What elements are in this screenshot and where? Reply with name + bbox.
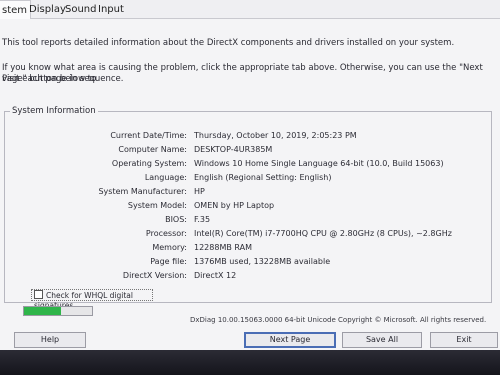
checkbox-icon[interactable] xyxy=(34,290,43,299)
intro-text-3: visit each page in sequence. xyxy=(2,74,124,84)
info-label: Current Date/Time: xyxy=(110,131,187,140)
info-label: DirectX Version: xyxy=(122,271,187,280)
info-value: 12288MB RAM xyxy=(194,243,252,252)
info-row: Operating System: Windows 10 Home Single… xyxy=(0,158,500,170)
info-row: Language: English (Regional Setting: Eng… xyxy=(0,172,500,184)
tab-sound[interactable]: Sound xyxy=(62,2,100,17)
info-value: Thursday, October 10, 2019, 2:05:23 PM xyxy=(194,131,357,140)
info-label: Operating System: xyxy=(111,159,187,168)
info-value: HP xyxy=(194,187,205,196)
save-all-information-button[interactable]: Save All Information... xyxy=(342,332,422,358)
next-page-button[interactable]: Next Page xyxy=(244,332,336,348)
info-label: Language: xyxy=(144,173,187,182)
monitor-bezel xyxy=(0,350,500,375)
info-row: DirectX Version: DirectX 12 xyxy=(0,270,500,282)
system-information-title: System Information xyxy=(10,106,98,116)
info-label: Page file: xyxy=(150,257,187,266)
info-row: System Manufacturer: HP xyxy=(0,186,500,198)
info-value: OMEN by HP Laptop xyxy=(194,201,275,210)
info-row: System Model: OMEN by HP Laptop xyxy=(0,200,500,212)
info-row: Memory: 12288MB RAM xyxy=(0,242,500,254)
info-value: F.35 xyxy=(194,215,211,224)
info-value: Intel(R) Core(TM) i7-7700HQ CPU @ 2.80GH… xyxy=(194,229,452,238)
intro-text: This tool reports detailed information a… xyxy=(2,38,455,48)
tab-input[interactable]: Input xyxy=(95,2,127,17)
info-value: 1376MB used, 13228MB available xyxy=(194,257,331,266)
progress-bar xyxy=(23,306,93,316)
info-value: DirectX 12 xyxy=(194,271,237,280)
progress-fill xyxy=(24,307,62,315)
info-row: Processor: Intel(R) Core(TM) i7-7700HQ C… xyxy=(0,228,500,240)
info-row: Computer Name: DESKTOP-4UR385M xyxy=(0,144,500,156)
info-label: System Manufacturer: xyxy=(98,187,187,196)
tab-bar: stem Display Sound Input xyxy=(0,0,500,19)
info-row: BIOS: F.35 xyxy=(0,214,500,226)
info-value: English (Regional Setting: English) xyxy=(194,173,332,182)
info-row: Current Date/Time: Thursday, October 10,… xyxy=(0,130,500,142)
info-label: Computer Name: xyxy=(118,145,187,154)
exit-button[interactable]: Exit xyxy=(430,332,498,348)
help-button[interactable]: Help xyxy=(14,332,86,348)
info-value: DESKTOP-4UR385M xyxy=(194,145,273,154)
info-value: Windows 10 Home Single Language 64-bit (… xyxy=(194,159,444,168)
info-label: Processor: xyxy=(145,229,187,238)
info-label: System Model: xyxy=(127,201,187,210)
info-label: BIOS: xyxy=(165,215,187,224)
info-row: Page file: 1376MB used, 13228MB availabl… xyxy=(0,256,500,268)
info-label: Memory: xyxy=(152,243,187,252)
whql-checkbox[interactable]: Check for WHQL digital signatures xyxy=(31,289,153,310)
version-copyright-text: DxDiag 10.00.15063.0000 64-bit Unicode C… xyxy=(190,316,487,324)
